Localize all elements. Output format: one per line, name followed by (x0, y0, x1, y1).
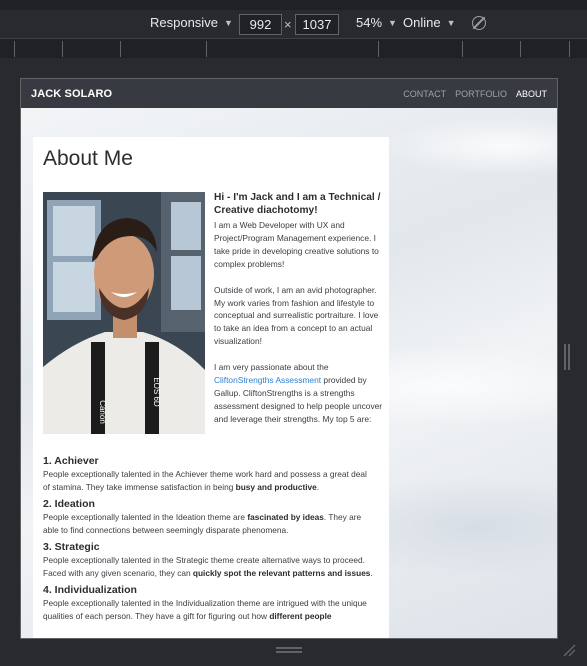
rotate-icon[interactable] (472, 16, 486, 30)
strength-description: People exceptionally talented in the Str… (43, 555, 373, 578)
height-input[interactable]: 1037 (295, 14, 339, 35)
nav-link-about[interactable]: ABOUT (516, 89, 547, 99)
intro-heading: Hi - I'm Jack and I am a Technical / Cre… (214, 192, 381, 216)
strap-text-right: EOS 6D (152, 377, 161, 407)
strength-title: 4. Individualization (43, 584, 137, 596)
resize-handle-right[interactable] (564, 344, 570, 370)
chevron-down-icon: ▼ (388, 17, 397, 28)
strength-title: 2. Ideation (43, 498, 95, 510)
device-toolbar: Responsive ▼ 992 × 1037 54% ▼ Online ▼ (0, 10, 587, 38)
zoom-select[interactable]: 54% ▼ (356, 15, 397, 30)
nav-links: CONTACT PORTFOLIO ABOUT (403, 89, 547, 99)
intro-paragraph-2: Outside of work, I am an avid photograph… (214, 284, 379, 347)
page-title: About Me (43, 147, 133, 170)
strength-title: 3. Strategic (43, 541, 100, 553)
devtools-top-strip (0, 0, 587, 10)
resize-handle-bottom[interactable] (276, 647, 302, 653)
strap-text-left: Canon (98, 400, 107, 424)
nav-link-portfolio[interactable]: PORTFOLIO (455, 89, 507, 99)
device-select-label: Responsive (150, 15, 218, 30)
width-input[interactable]: 992 (239, 14, 282, 35)
zoom-label: 54% (356, 15, 383, 30)
about-card: About Me Canon EOS 6D Hi - I'm Jack and … (33, 137, 389, 638)
site-navbar: JACK SOLARO CONTACT PORTFOLIO ABOUT (21, 79, 557, 108)
strength-description: People exceptionally talented in the Ide… (43, 512, 362, 535)
media-query-ruler (0, 38, 587, 58)
network-label: Online (403, 15, 441, 30)
clifton-strengths-link[interactable]: CliftonStrengths Assessment (214, 375, 321, 385)
network-throttle-select[interactable]: Online ▼ (403, 15, 456, 30)
strengths-list: 1. Achiever People exceptionally talente… (43, 451, 373, 623)
chevron-down-icon: ▼ (223, 17, 233, 28)
emulated-viewport: JACK SOLARO CONTACT PORTFOLIO ABOUT Abou… (20, 78, 558, 639)
device-select[interactable]: Responsive ▼ (150, 15, 233, 30)
dimension-separator: × (284, 17, 292, 32)
strength-description: People exceptionally talented in the Ach… (43, 469, 367, 492)
p3-text-start: I am very passionate about the (214, 362, 329, 373)
strength-description: People exceptionally talented in the Ind… (43, 598, 367, 621)
site-brand[interactable]: JACK SOLARO (31, 88, 112, 100)
intro-text: Hi - I'm Jack and I am a Technical / Cre… (214, 191, 384, 439)
resize-corner-icon[interactable] (562, 643, 576, 657)
intro-paragraph-1: I am a Web Developer with UX and Project… (214, 220, 379, 269)
profile-photo: Canon EOS 6D (43, 192, 205, 434)
chevron-down-icon: ▼ (446, 17, 456, 28)
nav-link-contact[interactable]: CONTACT (403, 89, 446, 99)
intro-paragraph-3: I am very passionate about the CliftonSt… (214, 361, 384, 426)
strength-title: 1. Achiever (43, 455, 99, 467)
